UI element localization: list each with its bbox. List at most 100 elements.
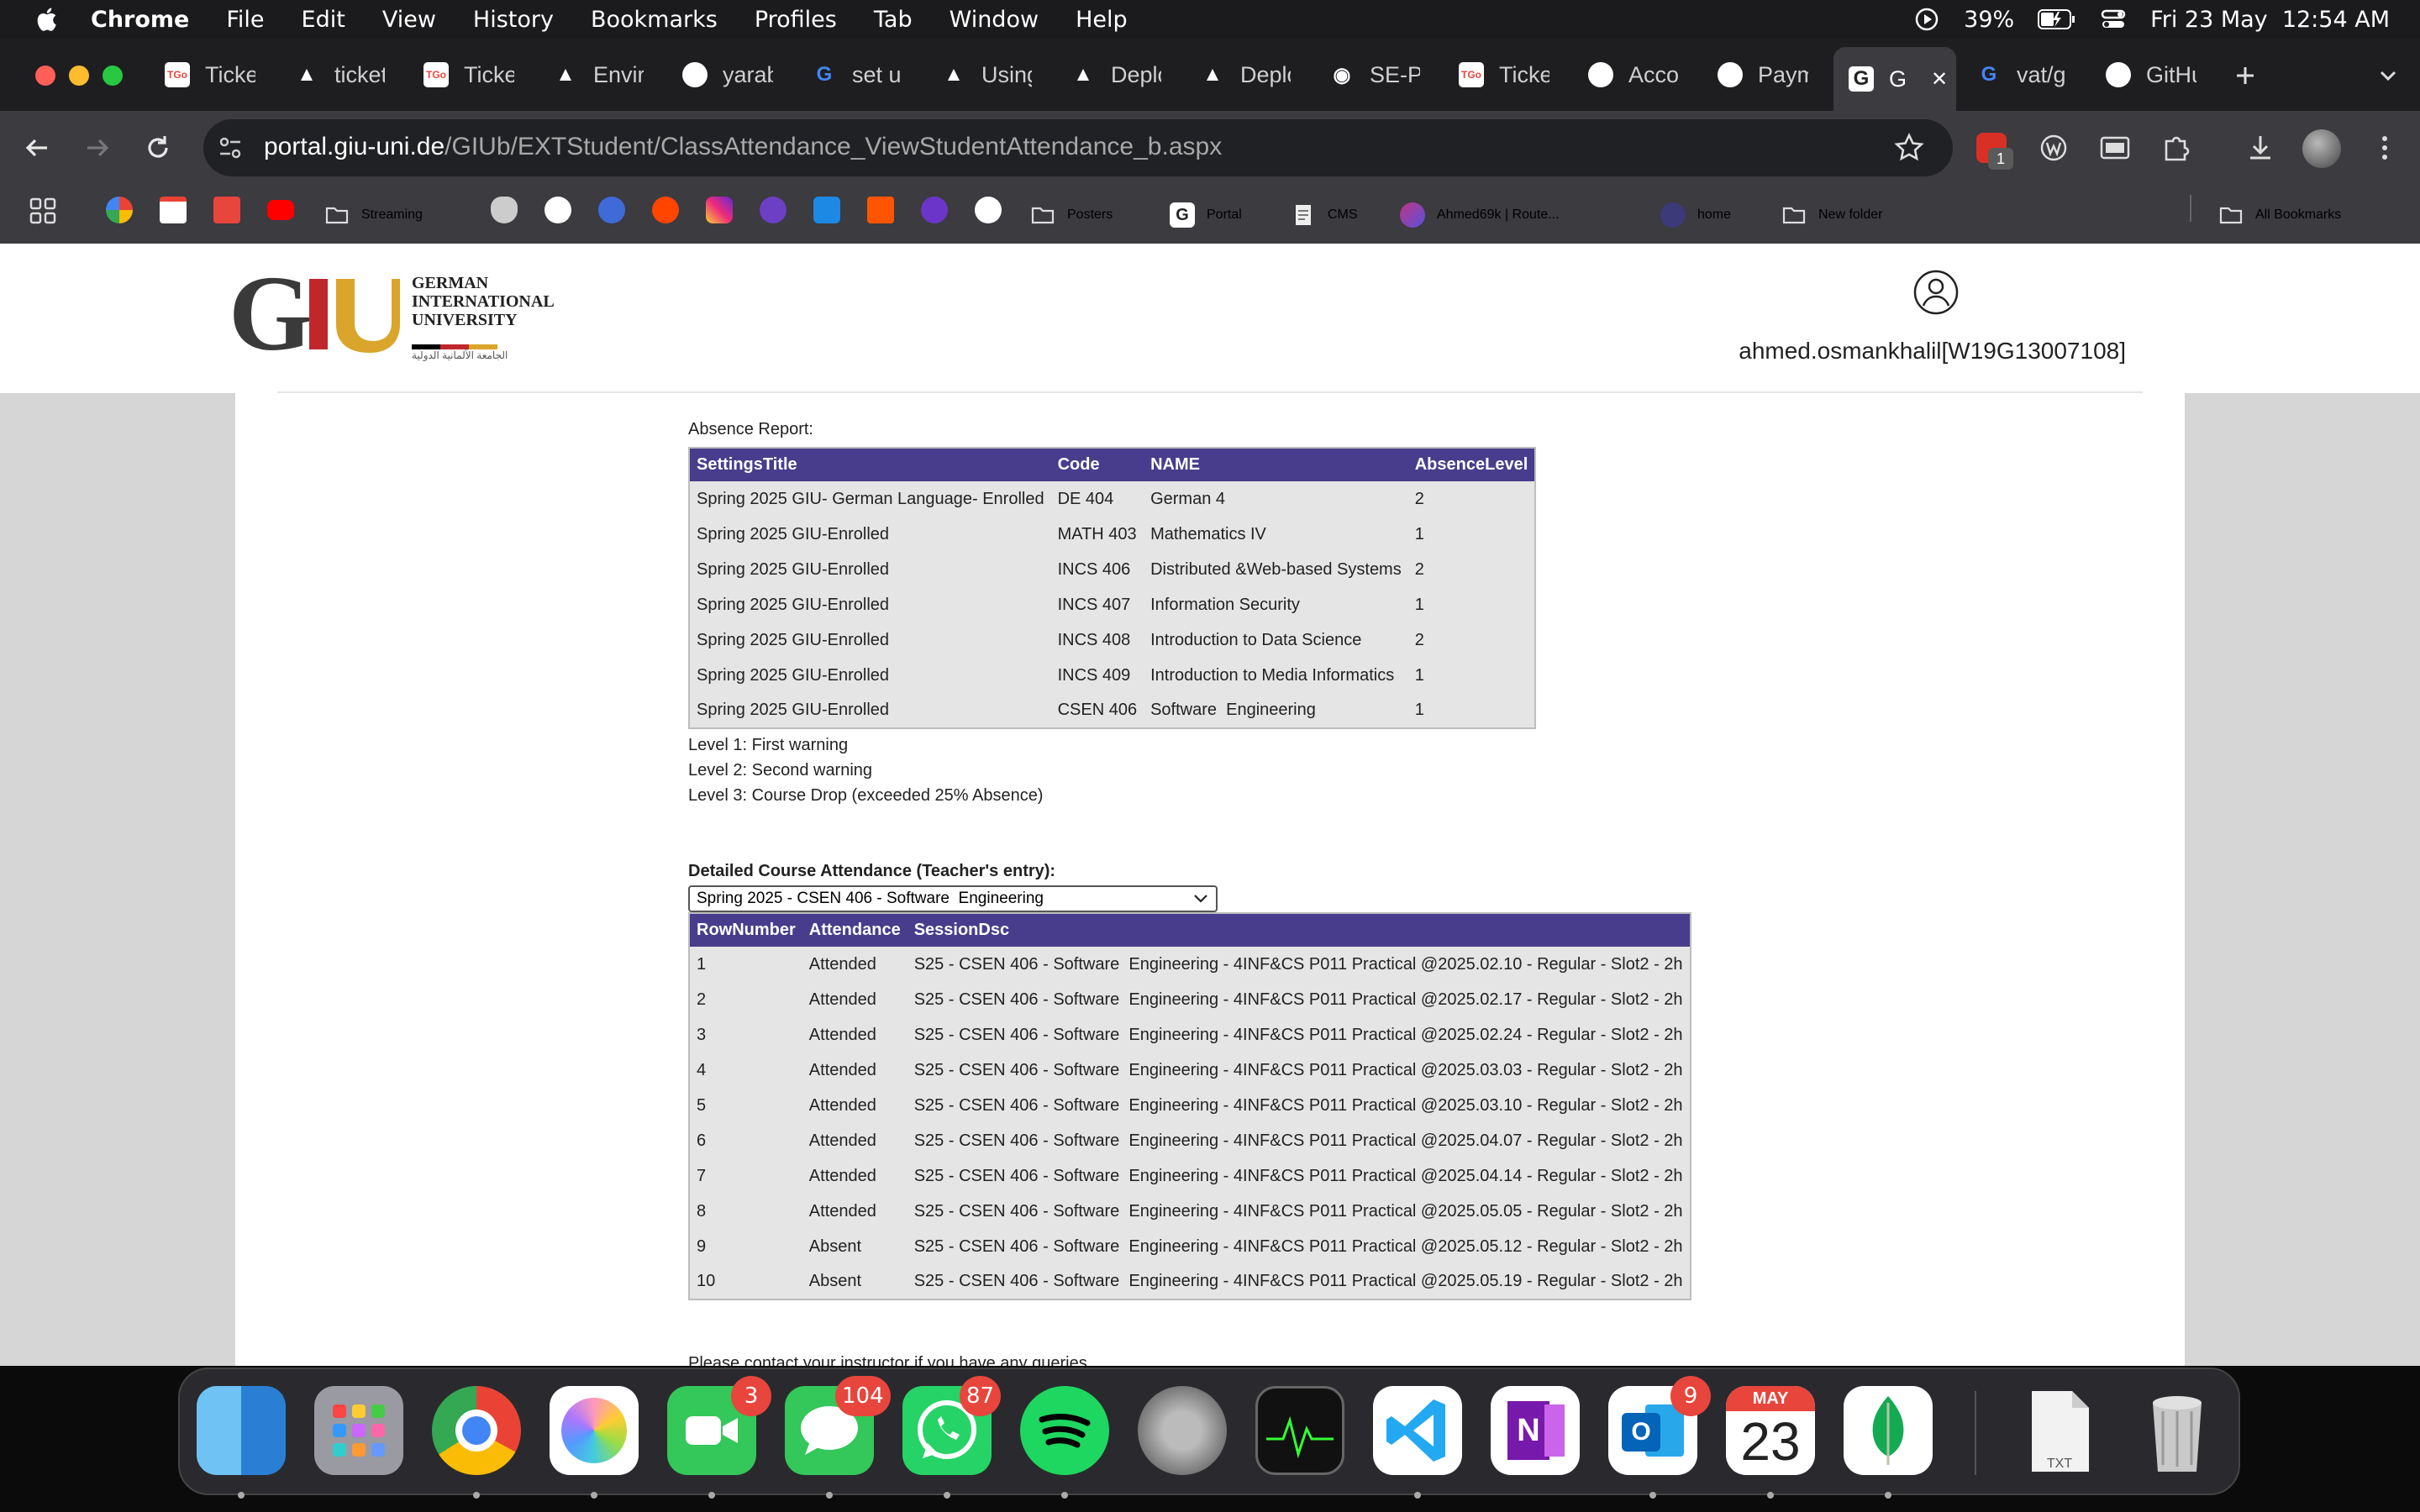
dock-txt-file-icon[interactable]: TXT <box>2015 1386 2104 1475</box>
url-text[interactable]: portal.giu-uni.de/GIUb/EXTStudent/ClassA… <box>264 133 1222 161</box>
tab[interactable]: ▲ Using <box>941 52 1052 97</box>
bookmark-new-folder[interactable]: New folder <box>1781 195 1882 235</box>
tab[interactable]: ▲ ticket <box>294 52 405 97</box>
new-tab-plus-icon[interactable] <box>2228 59 2262 92</box>
media-play-icon[interactable] <box>1913 6 1940 33</box>
column-header: NAME <box>1144 448 1408 481</box>
extension-w-icon[interactable] <box>2039 133 2069 163</box>
extension-window-icon[interactable] <box>2099 133 2131 163</box>
user-profile-icon[interactable] <box>1912 269 1960 316</box>
apps-grid-icon[interactable] <box>29 197 57 225</box>
bookmark-bird-icon[interactable] <box>598 197 625 223</box>
control-center-icon[interactable] <box>2100 6 2127 33</box>
back-arrow-icon[interactable] <box>20 131 54 165</box>
bookmark-label: Portal <box>1207 207 1242 222</box>
dock-spotify-icon[interactable] <box>1020 1386 1109 1475</box>
profile-avatar[interactable] <box>2302 129 2341 168</box>
menu-view[interactable]: View <box>382 7 436 33</box>
bookmark-apple-icon[interactable] <box>491 197 518 223</box>
bookmark-youtube-icon[interactable] <box>267 200 294 220</box>
tab[interactable]: ▲ Deplo <box>1200 52 1311 97</box>
menu-app-name[interactable]: Chrome <box>91 7 189 33</box>
tab[interactable]: Gvat/g <box>1976 52 2087 97</box>
table-cell: Attended <box>802 1017 908 1053</box>
tab[interactable]: TGo Ticke <box>1459 52 1570 97</box>
dock-launchpad-icon[interactable] <box>314 1386 403 1475</box>
tab[interactable]: Acco <box>1588 52 1699 97</box>
table-cell: MATH 403 <box>1050 517 1144 552</box>
menu-help[interactable]: Help <box>1076 7 1128 33</box>
absence-report-label: Absence Report: <box>688 420 813 438</box>
bookmark-reddit-icon[interactable] <box>652 197 679 223</box>
menu-tab[interactable]: Tab <box>874 7 913 33</box>
tab[interactable]: TGo Ticke <box>424 52 534 97</box>
menu-bookmarks[interactable]: Bookmarks <box>591 7 718 33</box>
dock-mongodb-icon[interactable] <box>1844 1386 1933 1475</box>
all-bookmarks-button[interactable]: All Bookmarks <box>2218 195 2341 235</box>
bookmark-home[interactable]: home <box>1660 195 1731 235</box>
bookmark-gmail-icon[interactable] <box>160 197 187 223</box>
tab-favicon-icon: ▲ <box>297 63 317 86</box>
menu-profiles[interactable]: Profiles <box>755 7 837 33</box>
tab[interactable]: Gset u <box>812 52 923 97</box>
chrome-menu-kebab-icon[interactable] <box>2368 131 2402 165</box>
dock-chrome-icon[interactable] <box>432 1386 521 1475</box>
tab-search-chevron-icon[interactable] <box>2371 59 2405 92</box>
dock-trash-icon[interactable] <box>2133 1386 2222 1475</box>
menu-window[interactable]: Window <box>950 7 1039 33</box>
tab[interactable]: Paym <box>1718 52 1828 97</box>
bookmark-github-icon[interactable] <box>975 197 1002 223</box>
bookmark-cms[interactable]: CMS <box>1291 195 1358 235</box>
tab[interactable]: TGo Ticke <box>165 52 276 97</box>
bookmark-google-icon[interactable] <box>106 197 133 223</box>
bookmark-ahmed[interactable]: Ahmed69k | Route... <box>1400 195 1560 235</box>
tab-active[interactable]: G G ✕ <box>1833 47 1956 111</box>
close-tab-icon[interactable]: ✕ <box>1931 67 1948 92</box>
bookmark-posters-folder[interactable]: Posters <box>1030 195 1113 235</box>
extensions-puzzle-icon[interactable] <box>2160 131 2193 165</box>
table-row: 6 Attended S25 - CSEN 406 - Software Engin… <box>689 1123 1691 1158</box>
bookmark-star-icon[interactable] <box>1892 131 1926 165</box>
dock-photos-icon[interactable] <box>550 1386 639 1475</box>
dock-vscode-icon[interactable] <box>1373 1386 1462 1475</box>
tab-title: vat/g <box>2017 61 2066 87</box>
bookmark-streaming-folder[interactable]: Streaming <box>324 195 423 235</box>
tab[interactable]: yarab <box>682 52 793 97</box>
menu-history[interactable]: History <box>473 7 554 33</box>
chevron-down-icon <box>1194 895 1207 903</box>
bookmark-openai-icon[interactable] <box>544 197 571 223</box>
dock-system-settings-icon[interactable] <box>1138 1386 1227 1475</box>
username-label[interactable]: ahmed.osmankhalil[W19G13007108] <box>1739 338 2126 365</box>
menu-file[interactable]: File <box>226 7 264 33</box>
dock-activity-monitor-icon[interactable] <box>1255 1386 1344 1475</box>
table-cell: 10 <box>689 1264 802 1299</box>
dock-onenote-icon[interactable]: N <box>1491 1386 1580 1475</box>
tab[interactable]: ▲ Deplo <box>1071 52 1181 97</box>
window-minimize-button[interactable] <box>69 66 89 86</box>
window-close-button[interactable] <box>35 66 55 86</box>
bookmark-instagram-icon[interactable] <box>706 197 733 223</box>
bookmark-portal[interactable]: G Portal <box>1170 195 1242 235</box>
site-info-tune-icon[interactable] <box>213 131 247 165</box>
dock-finder-icon[interactable] <box>197 1386 286 1475</box>
battery-icon[interactable] <box>2038 8 2076 30</box>
bookmark-soundcloud-icon[interactable] <box>867 197 894 223</box>
apple-logo-icon[interactable] <box>34 5 62 34</box>
bookmark-label: Posters <box>1067 207 1113 222</box>
course-select-dropdown[interactable]: Spring 2025 - CSEN 406 - Software Engine… <box>688 885 1218 912</box>
menubar-clock[interactable]: Fri 23 May 12:54 AM <box>2150 7 2390 33</box>
forward-arrow-icon[interactable] <box>81 131 114 165</box>
dock-calendar-icon[interactable]: MAY 23 <box>1726 1386 1815 1475</box>
bookmark-purple-icon[interactable] <box>921 197 948 223</box>
bookmark-web-icon[interactable] <box>760 197 786 223</box>
giu-logo[interactable]: G GERMAN INTERNATIONAL UNIVERSITY الجامع… <box>229 254 581 373</box>
bookmark-store-icon[interactable] <box>213 197 240 223</box>
window-zoom-button[interactable] <box>103 66 123 86</box>
tab[interactable]: ◉ SE-P <box>1329 52 1440 97</box>
downloads-icon[interactable] <box>2244 131 2277 165</box>
reload-icon[interactable] <box>141 131 175 165</box>
tab[interactable]: ▲ Envir <box>553 52 664 97</box>
menu-edit[interactable]: Edit <box>302 7 345 33</box>
bookmark-notes-icon[interactable] <box>813 197 840 223</box>
tab[interactable]: GitHu <box>2106 52 2217 97</box>
